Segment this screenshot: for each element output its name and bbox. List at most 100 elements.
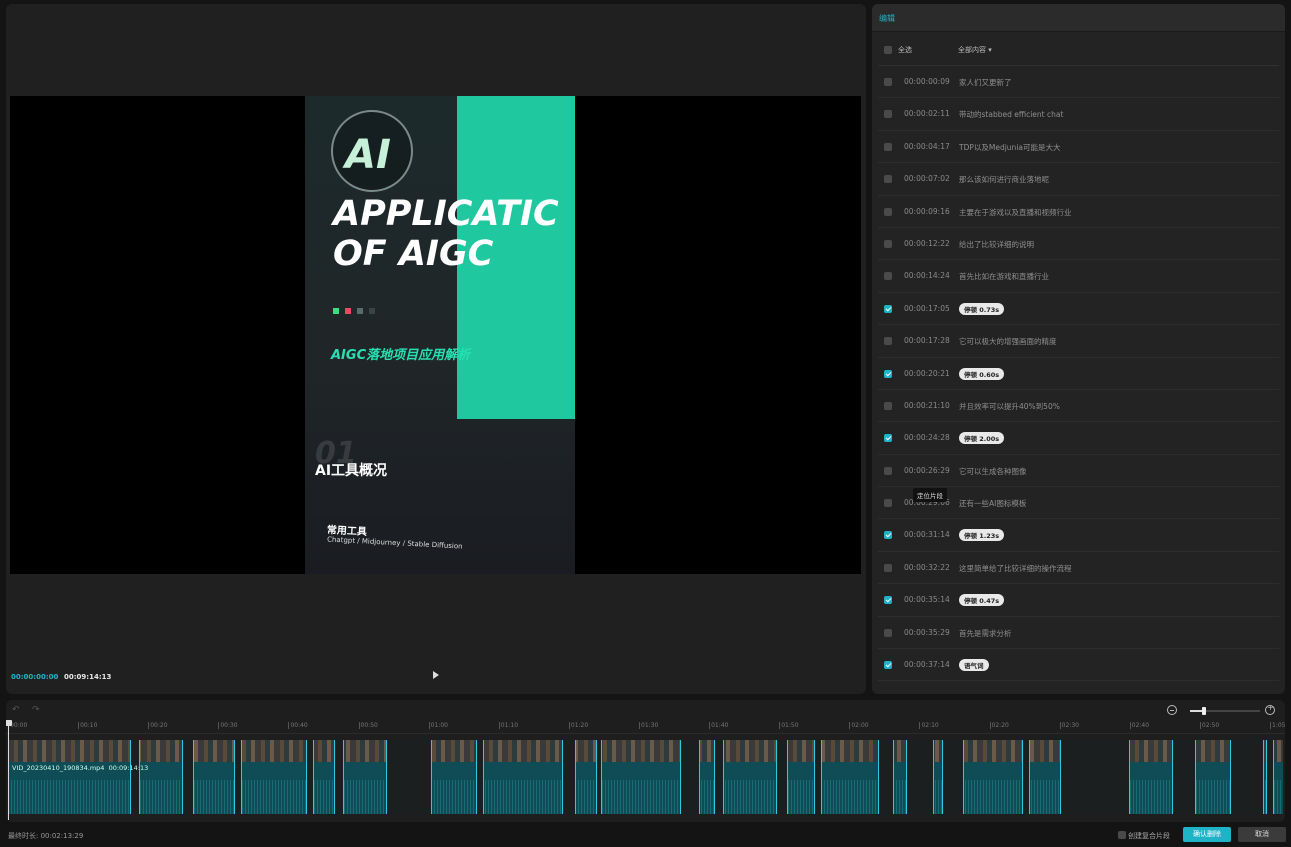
zoom-slider[interactable] — [1190, 707, 1260, 715]
panel-title: 编辑 — [879, 14, 895, 23]
current-time: 00:00:00:00 — [11, 673, 59, 681]
row-checkbox[interactable] — [884, 110, 892, 119]
transcript-row[interactable]: 00:00:31:14 停顿 1.23s — [878, 519, 1279, 552]
removed-segment[interactable] — [1022, 740, 1030, 814]
cancel-button[interactable]: 取消 — [1238, 827, 1286, 842]
removed-segment[interactable] — [942, 740, 964, 814]
zoom-out-icon[interactable] — [1167, 705, 1177, 715]
transcript-row[interactable]: 00:00:02:11 带动的stabbed efficient chat — [878, 98, 1279, 131]
transcript-row[interactable]: 00:00:37:14 语气词 — [878, 649, 1279, 682]
clip-label: VID_20230410_190834.mp4 00:09:14:13 — [12, 764, 148, 772]
transcript-row[interactable]: 00:00:09:16 主要在于游戏以及直播和视频行业 — [878, 196, 1279, 228]
row-text: 给出了比较详细的说明 — [959, 239, 1034, 249]
row-checkbox[interactable] — [884, 272, 892, 281]
row-checkbox[interactable] — [884, 401, 892, 410]
removed-segment[interactable] — [182, 740, 194, 814]
transcript-row[interactable]: 00:00:20:21 停顿 0.60s — [878, 358, 1279, 390]
removed-segment[interactable] — [334, 740, 344, 814]
removed-segment[interactable] — [130, 740, 140, 814]
content-filter-dropdown[interactable]: 全部内容 ▾ — [958, 45, 992, 55]
frame-title-line2: OF AIGC — [333, 234, 494, 274]
undo-icon[interactable]: ↶ — [12, 705, 20, 715]
locate-clip-tooltip: 定位片段 — [913, 488, 947, 502]
removed-segment[interactable] — [1172, 740, 1196, 814]
removed-segment[interactable] — [714, 740, 724, 814]
removed-segment[interactable] — [476, 740, 484, 814]
row-timecode: 00:00:12:22 — [904, 238, 950, 248]
zoom-slider-knob[interactable] — [1202, 707, 1206, 715]
transcript-row[interactable]: 00:00:00:09 家人们又更新了 — [878, 66, 1279, 99]
row-text: 首先比如在游戏和直播行业 — [959, 272, 1049, 282]
transcript-row[interactable]: 00:00:35:29 首先是需求分析 — [878, 617, 1279, 650]
removed-segment[interactable] — [906, 740, 934, 814]
removed-segment[interactable] — [1266, 740, 1274, 814]
footer-bar: 最终时长: 00:02:13:29 创建复合片段 确认删除 取消 — [0, 824, 1291, 847]
zoom-in-icon[interactable] — [1265, 703, 1275, 715]
row-checkbox[interactable] — [884, 466, 892, 475]
transcript-list: 00:00:00:09 家人们又更新了 00:00:02:11 带动的stabbed … — [872, 66, 1285, 682]
row-checkbox[interactable] — [884, 661, 892, 670]
transcript-row[interactable]: 00:00:26:29 它可以生成各种图像 — [878, 455, 1279, 488]
row-checkbox[interactable] — [884, 596, 892, 605]
ruler-tick: 02:00 — [849, 722, 869, 729]
transcript-row[interactable]: 00:00:12:22 给出了比较详细的说明 — [878, 228, 1279, 261]
row-timecode: 00:00:37:14 — [904, 660, 950, 670]
removed-segment[interactable] — [680, 740, 700, 814]
removed-segment[interactable] — [596, 740, 602, 814]
compound-clip-label: 创建复合片段 — [1128, 832, 1170, 840]
row-checkbox[interactable] — [884, 563, 892, 572]
final-duration: 最终时长: 00:02:13:29 — [8, 832, 84, 840]
video-player[interactable]: AI APPLICATIC OF AIGC AIGC落地项目应用解析 01 AI… — [10, 96, 861, 574]
row-checkbox[interactable] — [884, 531, 892, 540]
row-timecode: 00:00:04:17 — [904, 141, 950, 151]
row-checkbox[interactable] — [884, 142, 892, 151]
transcript-row[interactable]: 00:00:04:17 TDP以及Medjunia可能是大大 — [878, 131, 1279, 164]
playhead[interactable] — [6, 720, 12, 820]
row-timecode: 00:00:24:28 — [904, 433, 950, 443]
ruler-tick: 00:20 — [148, 722, 168, 729]
row-checkbox[interactable] — [884, 369, 892, 378]
confirm-delete-button[interactable]: 确认删除 — [1183, 827, 1231, 842]
play-icon[interactable] — [433, 671, 439, 679]
row-checkbox[interactable] — [884, 628, 892, 637]
row-checkbox[interactable] — [884, 207, 892, 216]
transcript-row[interactable]: 00:00:07:02 那么该如何进行商业落地呢 — [878, 163, 1279, 196]
time-ruler[interactable]: 00:00 00:10 00:20 00:30 00:40 00:50 01:00 01:10… — [6, 720, 1285, 734]
compound-clip-checkbox[interactable] — [1118, 831, 1126, 839]
ruler-tick: 02:30 — [1059, 722, 1079, 729]
select-all-checkbox[interactable] — [884, 46, 892, 54]
row-checkbox[interactable] — [884, 499, 892, 508]
transcript-row[interactable]: 00:00:17:05 停顿 0.73s — [878, 293, 1279, 326]
removed-segment[interactable] — [878, 740, 894, 814]
transcript-row[interactable]: 00:00:21:10 并且效率可以提升40%到50% — [878, 390, 1279, 423]
removed-segment[interactable] — [1060, 740, 1130, 814]
removed-segment[interactable] — [776, 740, 788, 814]
row-checkbox[interactable] — [884, 434, 892, 443]
removed-segment[interactable] — [234, 740, 242, 814]
removed-segment[interactable] — [562, 740, 576, 814]
dot-red — [345, 308, 351, 314]
transcript-row[interactable]: 00:00:24:28 停顿 2.00s — [878, 422, 1279, 455]
video-track[interactable]: VID_20230410_190834.mp4 00:09:14:13 — [8, 740, 1283, 814]
transcript-row[interactable]: 00:00:32:22 这里简单给了比较详细的操作流程 — [878, 552, 1279, 585]
row-text: 带动的stabbed efficient chat — [959, 110, 1064, 120]
ruler-tick: 01:10 — [498, 722, 519, 729]
clip-duration: 00:09:14:13 — [108, 764, 149, 772]
ruler-tick: 01:00 — [428, 722, 448, 729]
transcript-row[interactable]: 00:00:17:28 它可以极大的增强画面的精度 — [878, 325, 1279, 358]
redo-icon[interactable]: ↷ — [32, 705, 40, 715]
row-checkbox[interactable] — [884, 239, 892, 248]
row-checkbox[interactable] — [884, 78, 892, 86]
removed-segment[interactable] — [306, 740, 314, 814]
removed-segment[interactable] — [1230, 740, 1264, 814]
transcript-row[interactable]: 00:00:14:24 首先比如在游戏和直播行业 — [878, 260, 1279, 293]
row-checkbox[interactable] — [884, 304, 892, 313]
frame-title-line1: APPLICATIC — [333, 194, 559, 234]
row-checkbox[interactable] — [884, 337, 892, 346]
transcript-row[interactable]: 00:00:35:14 停顿 0.47s — [878, 584, 1279, 617]
row-timecode: 00:00:26:29 — [904, 465, 950, 475]
removed-segment[interactable] — [386, 740, 432, 814]
row-checkbox[interactable] — [884, 175, 892, 184]
removed-segment[interactable] — [814, 740, 822, 814]
pause-badge: 停顿 0.73s — [959, 302, 1005, 315]
